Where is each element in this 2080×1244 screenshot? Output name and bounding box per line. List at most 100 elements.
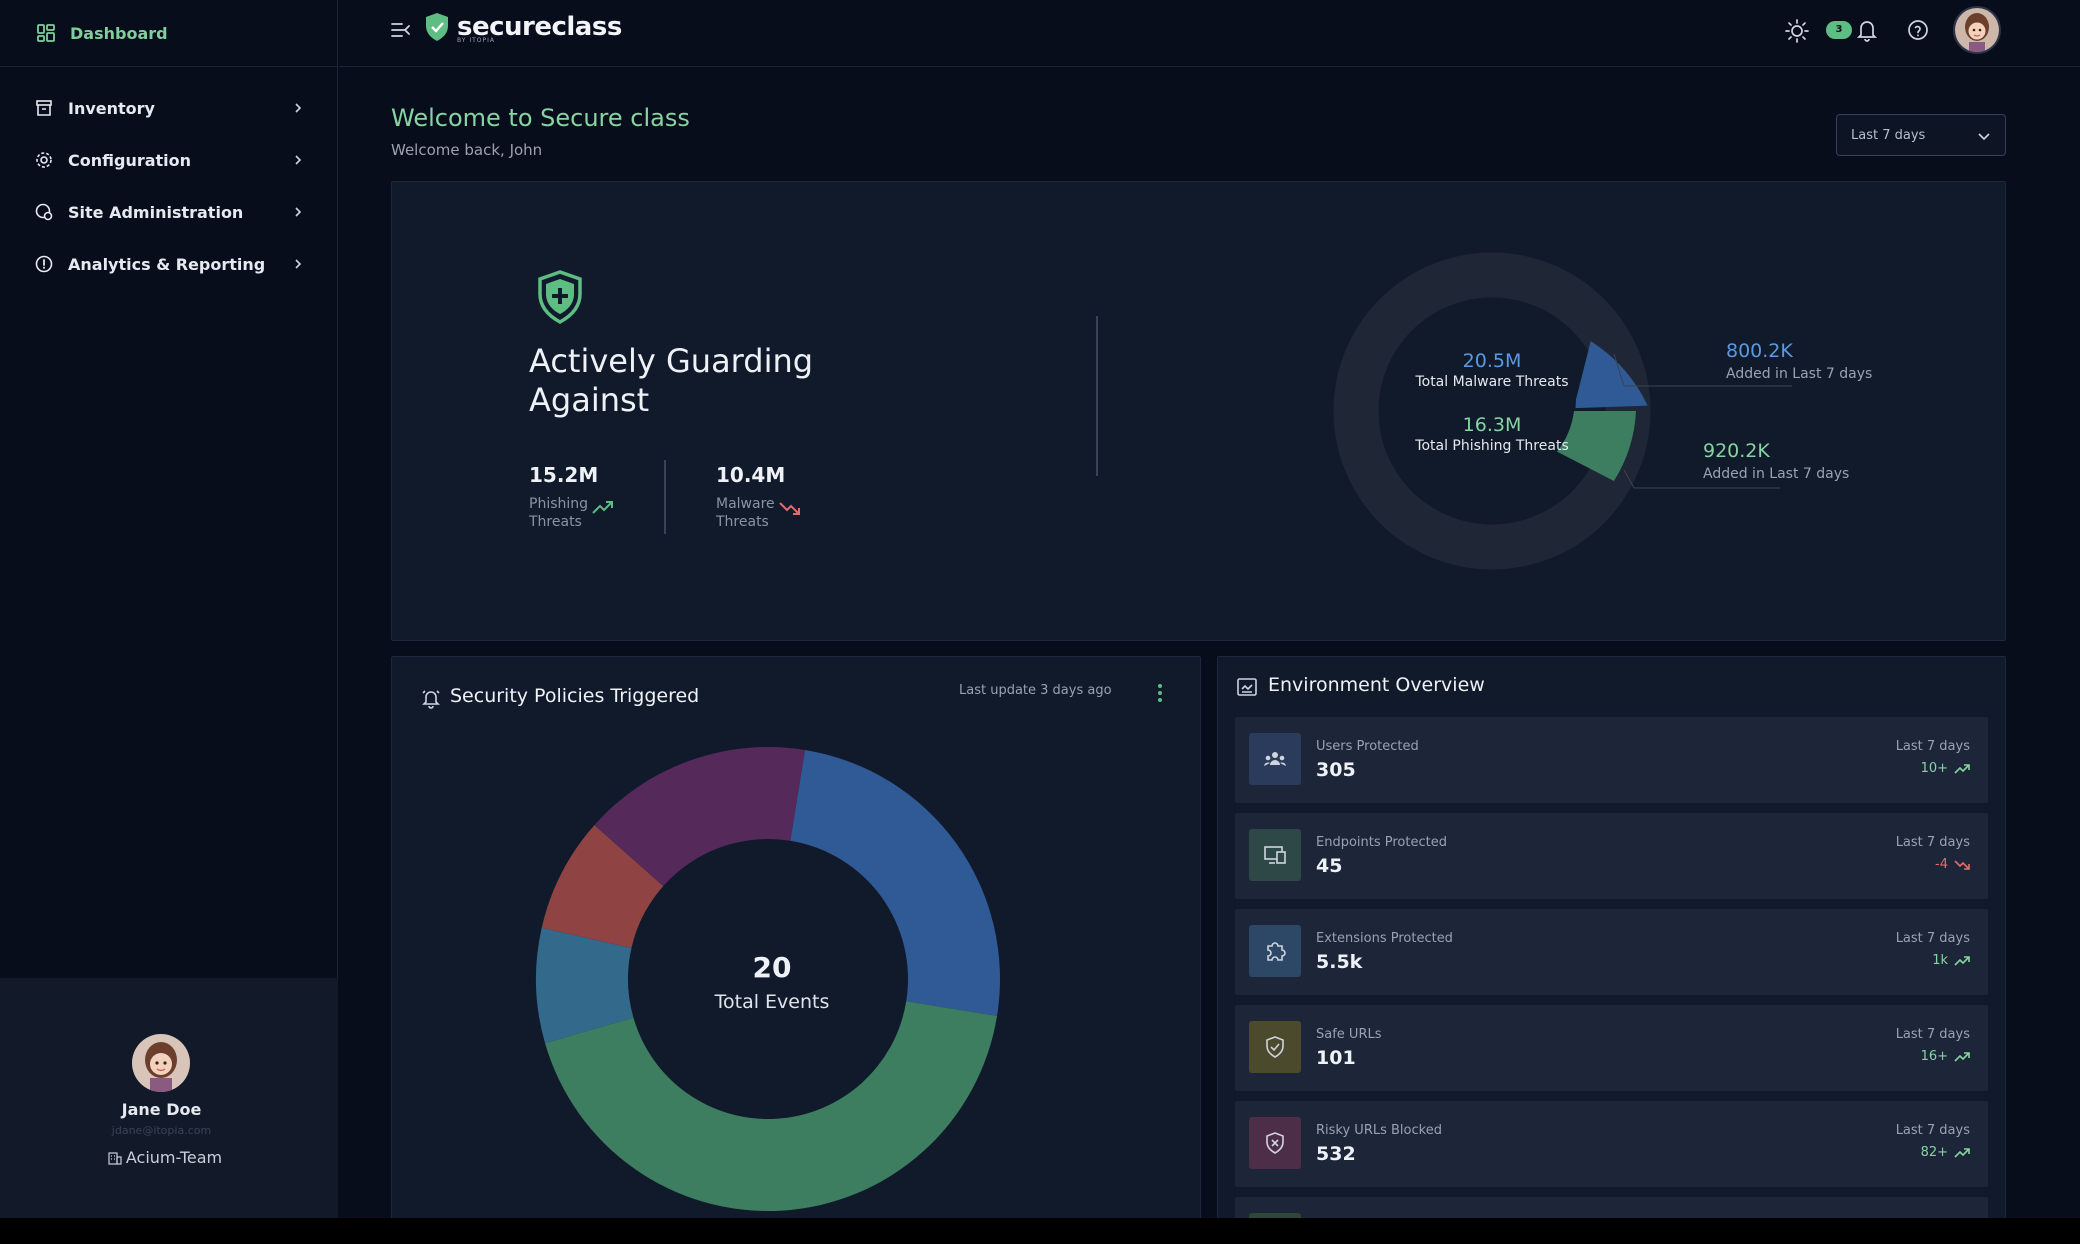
env-row-value: 305 — [1316, 759, 1356, 781]
ring-phishing-total-value: 16.3M — [1462, 414, 1522, 436]
shield-logo-icon — [426, 13, 448, 41]
env-row-value: 101 — [1316, 1047, 1356, 1069]
env-row-extensions[interactable]: Extensions Protected 5.5k Last 7 days 1k — [1235, 909, 1988, 995]
bell-icon[interactable] — [1854, 17, 1880, 43]
trend-up-icon — [1954, 1051, 1970, 1062]
site-admin-icon — [35, 203, 53, 221]
team-label: Acium-Team — [125, 1148, 223, 1167]
env-row-value: 45 — [1316, 855, 1343, 877]
menu-collapse-icon[interactable] — [389, 18, 413, 42]
shield-x-icon — [1249, 1117, 1301, 1169]
section-divider — [1096, 316, 1098, 476]
phishing-stat: 15.2M Phishing Threats — [529, 463, 613, 531]
phishing-added-value: 920.2K — [1703, 440, 1770, 462]
help-icon[interactable] — [1906, 18, 1930, 42]
sidebar-item-label: Inventory — [68, 98, 155, 118]
user-profile-card: Jane Doe jdane@itopia.com Acium-Team — [0, 978, 338, 1218]
more-options-icon[interactable] — [1152, 679, 1168, 707]
avatar[interactable] — [132, 1034, 190, 1092]
delta-value: 16+ — [1920, 1049, 1948, 1064]
trend-up-icon — [592, 501, 613, 514]
env-row-period: Last 7 days — [1895, 739, 1970, 754]
sidebar-item-label: Site Administration — [68, 202, 244, 222]
threat-ring-chart — [1333, 252, 1792, 570]
env-row-endpoints[interactable]: Endpoints Protected 45 Last 7 days -4 — [1235, 813, 1988, 899]
shield-check-icon — [1249, 1021, 1301, 1073]
trend-up-icon — [1954, 955, 1970, 966]
env-row-label: Users Protected — [1316, 739, 1419, 754]
delta-value: -4 — [1935, 857, 1948, 872]
env-row-risky-urls[interactable]: Risky URLs Blocked 532 Last 7 days 82+ — [1235, 1101, 1988, 1187]
building-icon — [108, 1151, 122, 1165]
hero-title: Actively Guarding Against — [529, 342, 814, 419]
sidebar: Dashboard Inventory Configuration Site A… — [0, 0, 338, 1218]
alarm-bell-icon — [422, 690, 440, 709]
sidebar-item-dashboard[interactable]: Dashboard — [0, 0, 337, 67]
puzzle-icon — [1249, 925, 1301, 977]
theme-toggle-sun-icon[interactable] — [1784, 18, 1810, 44]
sidebar-item-configuration[interactable]: Configuration — [0, 138, 338, 182]
overview-chart-icon — [1237, 678, 1257, 696]
env-row-users[interactable]: Users Protected 305 Last 7 days 10+ — [1235, 717, 1988, 803]
top-header: secureclass BY ITOPIA 3 — [339, 0, 2080, 67]
env-row-safe-urls[interactable]: Safe URLs 101 Last 7 days 16+ — [1235, 1005, 1988, 1091]
total-events-label: Total Events — [714, 991, 830, 1013]
ring-malware-total-value: 20.5M — [1462, 350, 1522, 372]
malware-added-annotation: 800.2K Added in Last 7 days — [1726, 340, 1872, 382]
users-icon — [1249, 733, 1301, 785]
inventory-icon — [36, 100, 52, 116]
page-title: Welcome to Secure class — [391, 104, 690, 132]
chevron-right-icon — [295, 155, 302, 165]
sidebar-item-label: Analytics & Reporting — [68, 254, 266, 274]
chevron-down-icon — [1978, 133, 1990, 141]
env-row-period: Last 7 days — [1895, 1123, 1970, 1138]
notification-count-badge: 3 — [1826, 21, 1852, 39]
sidebar-item-site-administration[interactable]: Site Administration — [0, 190, 338, 234]
last-update-text: Last update 3 days ago — [959, 683, 1112, 698]
phishing-label: Phishing Threats — [529, 496, 589, 530]
analytics-icon — [35, 255, 53, 273]
profile-email: jdane@itopia.com — [111, 1124, 212, 1137]
env-row-period: Last 7 days — [1895, 1027, 1970, 1042]
chevron-right-icon — [295, 207, 302, 217]
env-row-label: Endpoints Protected — [1316, 835, 1447, 850]
stat-divider — [664, 460, 666, 534]
phishing-added-label: Added in Last 7 days — [1703, 466, 1850, 482]
ring-malware-total-label: Total Malware Threats — [1415, 374, 1569, 390]
profile-team[interactable]: Acium-Team — [0, 1148, 330, 1167]
phishing-value: 15.2M — [529, 463, 599, 487]
env-row-delta: -4 — [1935, 857, 1970, 872]
env-row-partial — [1235, 1197, 1988, 1218]
env-row-delta: 10+ — [1921, 761, 1970, 776]
chevron-right-icon — [295, 103, 302, 113]
delta-value: 1k — [1932, 953, 1948, 968]
malware-added-value: 800.2K — [1726, 340, 1793, 362]
panel-title: Environment Overview — [1268, 674, 1485, 696]
endpoints-icon — [1249, 829, 1301, 881]
header-avatar[interactable] — [1953, 6, 2001, 54]
app-window: Dashboard Inventory Configuration Site A… — [0, 0, 2080, 1218]
env-row-value: 5.5k — [1316, 951, 1363, 973]
env-row-delta: 1k — [1932, 953, 1970, 968]
dashboard-label: Dashboard — [70, 23, 168, 43]
sidebar-item-label: Configuration — [68, 150, 192, 170]
env-row-label: Safe URLs — [1316, 1027, 1382, 1042]
malware-added-label: Added in Last 7 days — [1726, 366, 1873, 382]
shield-plus-icon — [538, 270, 582, 324]
date-range-value: Last 7 days — [1851, 127, 1926, 143]
env-row-label: Risky URLs Blocked — [1316, 1123, 1442, 1138]
donut-slice — [545, 1001, 998, 1211]
threat-summary-panel: Actively Guarding Against 15.2M Phishing… — [391, 181, 2006, 641]
sidebar-item-analytics-reporting[interactable]: Analytics & Reporting — [0, 242, 338, 286]
env-row-value: 532 — [1316, 1143, 1356, 1165]
trend-up-icon — [1954, 763, 1970, 774]
date-range-select[interactable]: Last 7 days — [1836, 114, 2006, 156]
trend-down-icon — [1954, 859, 1970, 870]
brand-subtitle: BY ITOPIA — [457, 37, 496, 44]
welcome-subtitle: Welcome back, John — [391, 141, 543, 159]
gear-icon — [36, 152, 52, 168]
brand-logo[interactable]: secureclass BY ITOPIA — [423, 12, 622, 44]
dashboard-icon — [37, 24, 55, 42]
malware-label: Malware Threats — [716, 496, 775, 530]
sidebar-item-inventory[interactable]: Inventory — [0, 86, 338, 130]
